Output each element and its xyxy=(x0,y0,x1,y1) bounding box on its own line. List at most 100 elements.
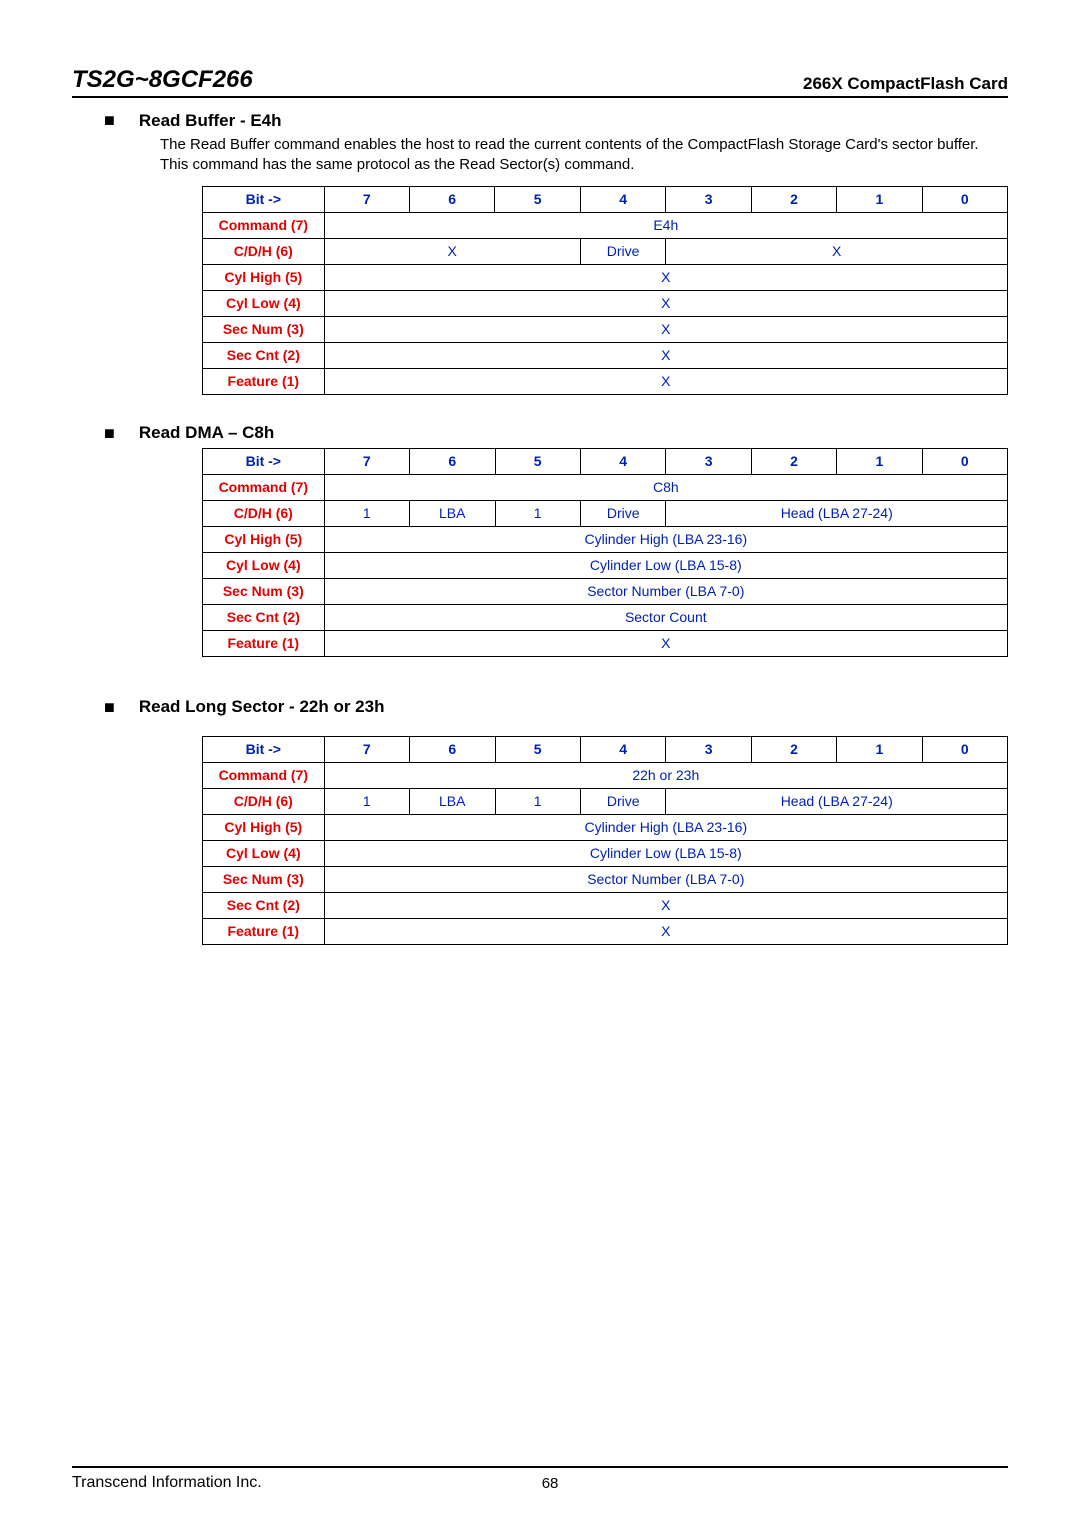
table-read-dma: Bit -> 7 6 5 4 3 2 1 0 Command (7) C8h C… xyxy=(202,448,1008,657)
cell-value: 1 xyxy=(324,788,409,814)
section-header-read-long: ■ Read Long Sector - 22h or 23h xyxy=(104,697,1008,718)
cell-value: 1 xyxy=(324,500,409,526)
bullet-icon: ■ xyxy=(104,697,115,718)
bit-cell: 4 xyxy=(580,736,666,762)
table-row: Sec Cnt (2) Sector Count xyxy=(203,604,1008,630)
row-label: Sec Num (3) xyxy=(203,316,325,342)
row-label: Cyl High (5) xyxy=(203,526,325,552)
bit-cell: 6 xyxy=(409,736,495,762)
cell-value: X xyxy=(324,264,1007,290)
table-row: C/D/H (6) X Drive X xyxy=(203,238,1008,264)
bit-cell: 5 xyxy=(495,448,580,474)
cell-value: X xyxy=(324,918,1007,944)
bit-cell: 6 xyxy=(409,448,495,474)
row-label: Sec Num (3) xyxy=(203,866,325,892)
row-label: Feature (1) xyxy=(203,630,325,656)
row-label: Sec Num (3) xyxy=(203,578,325,604)
cell-value: Sector Number (LBA 7-0) xyxy=(324,866,1007,892)
cell-value: LBA xyxy=(409,788,495,814)
bit-cell: 4 xyxy=(580,448,666,474)
cell-value: 1 xyxy=(495,788,580,814)
bullet-icon: ■ xyxy=(104,110,115,131)
cell-value: 1 xyxy=(495,500,580,526)
bit-cell: 0 xyxy=(922,448,1007,474)
bullet-icon: ■ xyxy=(104,423,115,444)
cell-value: X xyxy=(324,290,1007,316)
row-label: Cyl Low (4) xyxy=(203,840,325,866)
table-row: Command (7) C8h xyxy=(203,474,1008,500)
row-label: Cyl High (5) xyxy=(203,814,325,840)
cell-value: X xyxy=(666,238,1008,264)
bit-cell: 3 xyxy=(666,736,751,762)
table-row: Command (7) 22h or 23h xyxy=(203,762,1008,788)
row-label: C/D/H (6) xyxy=(203,238,325,264)
bit-cell: 2 xyxy=(751,186,836,212)
bit-cell: 3 xyxy=(666,448,751,474)
row-label: Cyl Low (4) xyxy=(203,552,325,578)
bit-cell: 0 xyxy=(922,186,1007,212)
section-header-read-buffer: ■ Read Buffer - E4h xyxy=(104,110,1008,131)
row-label: Command (7) xyxy=(203,474,325,500)
table-row: Cyl Low (4) X xyxy=(203,290,1008,316)
cell-value: Drive xyxy=(580,788,666,814)
table-row: Bit -> 7 6 5 4 3 2 1 0 xyxy=(203,186,1008,212)
table-read-long: Bit -> 7 6 5 4 3 2 1 0 Command (7) 22h o… xyxy=(202,736,1008,945)
cell-value: X xyxy=(324,368,1007,394)
bit-cell: 4 xyxy=(580,186,666,212)
bit-cell: 5 xyxy=(495,186,580,212)
cell-value: Cylinder Low (LBA 15-8) xyxy=(324,840,1007,866)
cell-value: Cylinder High (LBA 23-16) xyxy=(324,526,1007,552)
row-label: Cyl High (5) xyxy=(203,264,325,290)
table-row: C/D/H (6) 1 LBA 1 Drive Head (LBA 27-24) xyxy=(203,788,1008,814)
section-title-read-dma: Read DMA – C8h xyxy=(139,423,274,443)
table-row: Bit -> 7 6 5 4 3 2 1 0 xyxy=(203,736,1008,762)
row-label: C/D/H (6) xyxy=(203,500,325,526)
bit-cell: 1 xyxy=(837,736,922,762)
table-read-buffer: Bit -> 7 6 5 4 3 2 1 0 Command (7) E4h C… xyxy=(202,186,1008,395)
table-row: Command (7) E4h xyxy=(203,212,1008,238)
table-row: Cyl High (5) X xyxy=(203,264,1008,290)
row-label: Command (7) xyxy=(203,762,325,788)
row-label: Sec Cnt (2) xyxy=(203,342,325,368)
bit-cell: 2 xyxy=(751,448,836,474)
cell-value: Drive xyxy=(580,238,666,264)
bit-cell: 2 xyxy=(751,736,836,762)
table-row: Sec Num (3) Sector Number (LBA 7-0) xyxy=(203,578,1008,604)
cell-value: LBA xyxy=(409,500,495,526)
row-label: C/D/H (6) xyxy=(203,788,325,814)
cell-value: Head (LBA 27-24) xyxy=(666,788,1008,814)
bit-cell: 3 xyxy=(666,186,751,212)
bit-cell: 7 xyxy=(324,736,409,762)
cell-value: Cylinder Low (LBA 15-8) xyxy=(324,552,1007,578)
header-divider xyxy=(72,96,1008,98)
section-title-read-buffer: Read Buffer - E4h xyxy=(139,111,282,131)
cell-value: C8h xyxy=(324,474,1007,500)
cell-value: X xyxy=(324,630,1007,656)
row-label: Sec Cnt (2) xyxy=(203,604,325,630)
row-label: Feature (1) xyxy=(203,368,325,394)
bit-header-cell: Bit -> xyxy=(203,186,325,212)
row-label: Feature (1) xyxy=(203,918,325,944)
section-text-read-buffer: The Read Buffer command enables the host… xyxy=(160,135,1008,176)
footer-company: Transcend Information Inc. xyxy=(72,1474,262,1492)
bit-cell: 6 xyxy=(410,186,495,212)
bit-header-cell: Bit -> xyxy=(203,736,325,762)
footer: Transcend Information Inc. 68 xyxy=(72,1466,1008,1492)
section-title-read-long: Read Long Sector - 22h or 23h xyxy=(139,697,385,717)
row-label: Cyl Low (4) xyxy=(203,290,325,316)
product-subtitle: 266X CompactFlash Card xyxy=(803,74,1008,94)
section-header-read-dma: ■ Read DMA – C8h xyxy=(104,423,1008,444)
cell-value: X xyxy=(324,316,1007,342)
row-label: Sec Cnt (2) xyxy=(203,892,325,918)
header: TS2G~8GCF266 266X CompactFlash Card xyxy=(72,66,1008,94)
cell-value: Head (LBA 27-24) xyxy=(666,500,1008,526)
table-row: Sec Num (3) Sector Number (LBA 7-0) xyxy=(203,866,1008,892)
table-row: Feature (1) X xyxy=(203,368,1008,394)
table-row: Bit -> 7 6 5 4 3 2 1 0 xyxy=(203,448,1008,474)
cell-value: E4h xyxy=(324,212,1007,238)
footer-page-number: 68 xyxy=(542,1475,559,1492)
cell-value: Sector Count xyxy=(324,604,1007,630)
bit-cell: 7 xyxy=(324,448,409,474)
bit-header-cell: Bit -> xyxy=(203,448,325,474)
bit-cell: 1 xyxy=(837,448,922,474)
